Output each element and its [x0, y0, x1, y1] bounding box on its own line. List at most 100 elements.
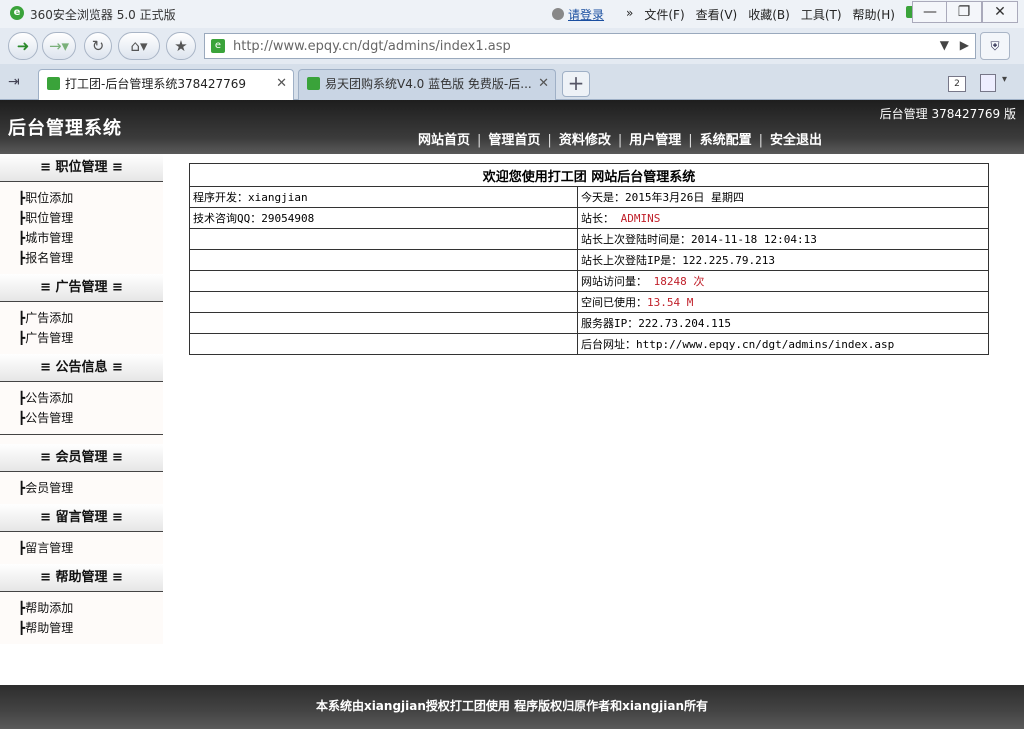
- empty-cell: [189, 249, 578, 271]
- sidebar-section-help[interactable]: ≡ 帮助管理 ≡: [0, 564, 163, 592]
- sidebar-item-manage-ads[interactable]: ┣广告管理: [18, 328, 163, 348]
- new-tab-button[interactable]: +: [562, 71, 590, 97]
- address-bar[interactable]: e http://www.epqy.cn/dgt/admins/index1.a…: [204, 33, 976, 59]
- tab-page-icon: [307, 77, 320, 90]
- sidebar-section-members[interactable]: ≡ 会员管理 ≡: [0, 444, 163, 472]
- sidebar-section-messages[interactable]: ≡ 留言管理 ≡: [0, 504, 163, 532]
- minimize-button[interactable]: —: [912, 1, 948, 23]
- sidebar-item-add-job[interactable]: ┣职位添加: [18, 188, 163, 208]
- sidebar-section-notices[interactable]: ≡ 公告信息 ≡: [0, 354, 163, 382]
- table-heading: 欢迎您使用打工团 网站后台管理系统: [189, 163, 989, 187]
- table-row: 服务器IP：222.73.204.115: [189, 312, 989, 334]
- space-label: 空间已使用：: [581, 296, 647, 309]
- table-row: 技术咨询QQ：29054908 站长： ADMINS: [189, 207, 989, 229]
- refresh-icon[interactable]: ↻: [84, 32, 112, 60]
- sidebar-item-add-notice[interactable]: ┣公告添加: [18, 388, 163, 408]
- browser-logo-icon: e: [10, 6, 24, 20]
- sidebar-list-jobs: ┣职位添加 ┣职位管理 ┣城市管理 ┣报名管理: [0, 182, 163, 274]
- tab-label: 易天团购系统V4.0 蓝色版 免费版-后...: [325, 77, 532, 91]
- backend-url-cell: 后台网址：http://www.epqy.cn/dgt/admins/index…: [577, 333, 989, 355]
- table-row: 后台网址：http://www.epqy.cn/dgt/admins/index…: [189, 333, 989, 355]
- info-table: 欢迎您使用打工团 网站后台管理系统 程序开发：xiangjian 今天是：201…: [189, 163, 989, 355]
- navigation-bar: ➜ →▾ ↻ ⌂▾ ★ e http://www.epqy.cn/dgt/adm…: [0, 28, 1024, 64]
- shield-icon[interactable]: ⛨: [980, 32, 1010, 60]
- menu-tools[interactable]: 工具(T): [801, 6, 842, 23]
- sidebar-list-members: ┣会员管理: [0, 472, 163, 504]
- sidebar-item-manage-signups[interactable]: ┣报名管理: [18, 248, 163, 268]
- space-cell: 空间已使用：13.54 M: [577, 291, 989, 313]
- forward-button[interactable]: →▾: [42, 32, 76, 60]
- chevron-down-icon[interactable]: ▾: [1002, 74, 1007, 85]
- sidebar-item-add-help[interactable]: ┣帮助添加: [18, 598, 163, 618]
- nav-profile-edit[interactable]: 资料修改: [559, 133, 611, 148]
- home-icon[interactable]: ⌂▾: [118, 32, 160, 60]
- sidebar-item-add-ad[interactable]: ┣广告添加: [18, 308, 163, 328]
- browser-chrome: e 360安全浏览器 5.0 正式版 请登录 » 文件(F) 查看(V) 收藏(…: [0, 0, 1024, 100]
- empty-cell: [189, 270, 578, 292]
- browser-menu: 请登录 » 文件(F) 查看(V) 收藏(B) 工具(T) 帮助(H): [552, 6, 931, 23]
- login-link[interactable]: 请登录: [552, 6, 615, 23]
- table-row: 欢迎您使用打工团 网站后台管理系统: [189, 163, 989, 187]
- table-row: 站长上次登陆IP是：122.225.79.213: [189, 249, 989, 271]
- tab-bar: ⇥ 打工团-后台管理系统378427769 ✕ 易天团购系统V4.0 蓝色版 免…: [0, 64, 1024, 100]
- header-user-info: 后台管理 378427769 版: [879, 107, 1016, 121]
- sidebar-item-manage-cities[interactable]: ┣城市管理: [18, 228, 163, 248]
- close-icon[interactable]: ✕: [276, 70, 287, 98]
- server-ip-cell: 服务器IP：222.73.204.115: [577, 312, 989, 334]
- empty-cell: [189, 333, 578, 355]
- sidebar-list-help: ┣帮助添加 ┣帮助管理: [0, 592, 163, 644]
- top-nav: 网站首页 | 管理首页 | 资料修改 | 用户管理 | 系统配置 | 安全退出: [418, 129, 822, 148]
- sidebar-item-manage-jobs[interactable]: ┣职位管理: [18, 208, 163, 228]
- star-icon[interactable]: ★: [166, 32, 196, 60]
- menu-chevron-icon: »: [626, 6, 634, 20]
- menu-favorites[interactable]: 收藏(B): [748, 6, 790, 23]
- visits-label: 网站访问量：: [581, 275, 647, 288]
- menu-view[interactable]: 查看(V): [696, 6, 738, 23]
- empty-cell: [189, 228, 578, 250]
- nav-system-config[interactable]: 系统配置: [700, 133, 752, 148]
- tab-group-buy[interactable]: 易天团购系统V4.0 蓝色版 免费版-后... ✕: [298, 69, 556, 100]
- restore-button[interactable]: ❐: [946, 1, 982, 23]
- nav-site-home[interactable]: 网站首页: [418, 133, 470, 148]
- developer-cell: 程序开发：xiangjian: [189, 186, 578, 208]
- table-row: 程序开发：xiangjian 今天是：2015年3月26日 星期四: [189, 186, 989, 208]
- sidebar-item-manage-notices[interactable]: ┣公告管理: [18, 408, 163, 428]
- tab-admin[interactable]: 打工团-后台管理系统378427769 ✕: [38, 69, 294, 100]
- table-row: 站长上次登陆时间是：2014-11-18 12:04:13: [189, 228, 989, 250]
- close-window-button[interactable]: ✕: [982, 1, 1018, 23]
- site-title: 后台管理系统: [8, 118, 122, 139]
- sidebar-item-manage-members[interactable]: ┣会员管理: [18, 478, 163, 498]
- menu-help[interactable]: 帮助(H): [853, 6, 895, 23]
- visits-cell: 网站访问量： 18248 次: [577, 270, 989, 292]
- close-icon[interactable]: ✕: [538, 70, 549, 98]
- back-button[interactable]: ➜: [8, 32, 38, 60]
- chevron-down-icon[interactable]: ▼: [940, 38, 949, 52]
- empty-cell: [189, 312, 578, 334]
- sidebar-item-manage-messages[interactable]: ┣留言管理: [18, 538, 163, 558]
- nav-separator: |: [688, 133, 693, 148]
- sidebar-toggle-icon[interactable]: ⇥: [8, 74, 20, 90]
- tab-count-badge[interactable]: 2: [948, 76, 966, 92]
- nav-user-management[interactable]: 用户管理: [629, 133, 681, 148]
- user-icon: [552, 8, 564, 20]
- menu-file[interactable]: 文件(F): [644, 6, 684, 23]
- admin-label: 站长：: [581, 212, 614, 225]
- nav-logout[interactable]: 安全退出: [770, 133, 822, 148]
- window-title: 360安全浏览器 5.0 正式版: [30, 8, 176, 22]
- title-bar: e 360安全浏览器 5.0 正式版 请登录 » 文件(F) 查看(V) 收藏(…: [0, 0, 1024, 28]
- url-text[interactable]: http://www.epqy.cn/dgt/admins/index1.asp: [233, 39, 511, 54]
- site-footer: 本系统由xiangjian授权打工团使用 程序版权归原作者和xiangjian所…: [0, 685, 1024, 729]
- go-icon[interactable]: ▶: [960, 38, 969, 52]
- admin-cell: 站长： ADMINS: [577, 207, 989, 229]
- space-used: 13.54 M: [647, 296, 694, 309]
- trash-icon[interactable]: [980, 74, 996, 92]
- nav-admin-home[interactable]: 管理首页: [488, 133, 540, 148]
- sidebar-section-ads[interactable]: ≡ 广告管理 ≡: [0, 274, 163, 302]
- tab-page-icon: [47, 77, 60, 90]
- nav-separator: |: [617, 133, 623, 148]
- sidebar: ≡ 职位管理 ≡ ┣职位添加 ┣职位管理 ┣城市管理 ┣报名管理 ≡ 广告管理 …: [0, 154, 163, 644]
- sidebar-item-manage-help[interactable]: ┣帮助管理: [18, 618, 163, 638]
- sidebar-section-jobs[interactable]: ≡ 职位管理 ≡: [0, 154, 163, 182]
- sidebar-list-ads: ┣广告添加 ┣广告管理: [0, 302, 163, 354]
- nav-separator: |: [758, 133, 764, 148]
